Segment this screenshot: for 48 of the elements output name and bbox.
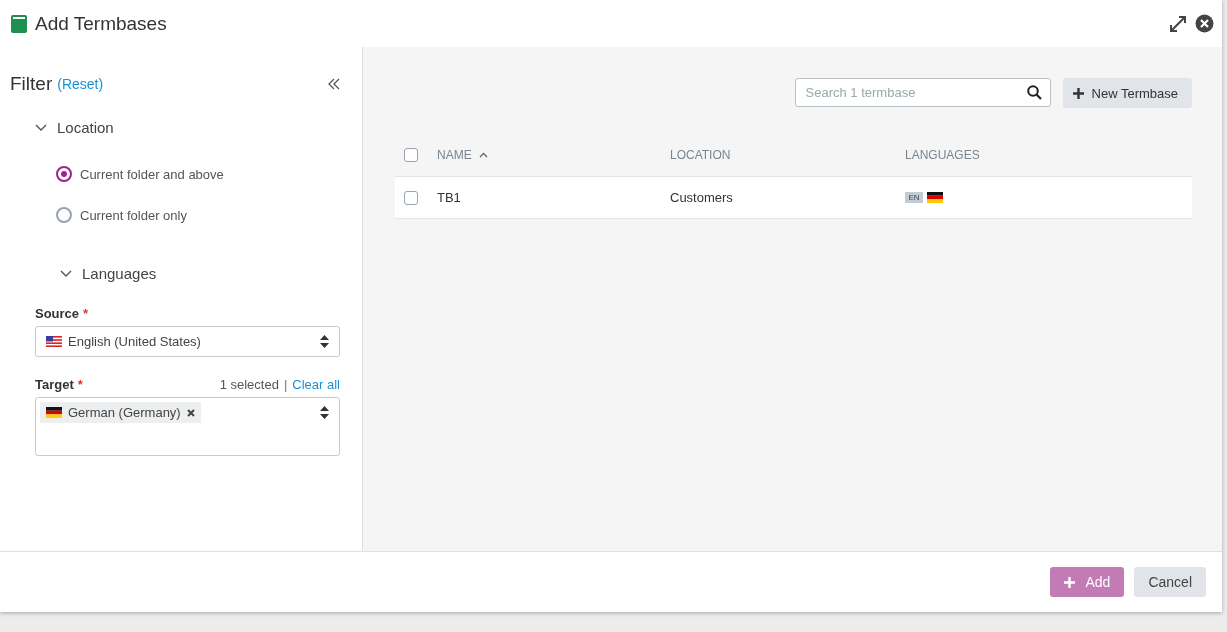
german-flag-icon <box>927 192 943 203</box>
new-termbase-button[interactable]: New Termbase <box>1062 78 1192 108</box>
sort-ascending-icon[interactable] <box>478 152 488 158</box>
termbase-app-icon <box>11 14 27 33</box>
source-select[interactable]: English (United States) <box>35 326 340 357</box>
window-title: Add Termbases <box>35 12 167 35</box>
expand-icon[interactable] <box>1169 14 1187 33</box>
table-cell-text: TB1 <box>437 190 462 205</box>
required-asterisk: * <box>83 306 89 321</box>
close-icon[interactable] <box>1195 14 1214 33</box>
clear-all-link[interactable]: Clear all <box>292 377 340 392</box>
section-title[interactable]: Location <box>57 119 114 136</box>
column-header[interactable]: LOCATION <box>670 148 731 162</box>
field-label: Source <box>35 306 80 321</box>
filter-title: Filter <box>10 73 53 95</box>
reset-link[interactable]: (Reset) <box>57 76 104 92</box>
select-value: English (United States) <box>68 334 201 349</box>
column-header[interactable]: LANGUAGES <box>905 148 980 162</box>
table-cell-text: Customers <box>670 190 734 205</box>
section-title[interactable]: Languages <box>82 265 157 282</box>
collapse-panel-icon[interactable] <box>328 78 340 90</box>
german-flag-icon <box>46 407 62 418</box>
us-flag-icon <box>46 336 62 347</box>
chip-label: German (Germany) <box>68 405 181 420</box>
remove-icon[interactable] <box>186 408 195 417</box>
checkbox[interactable] <box>404 190 418 205</box>
search-field[interactable]: Search 1 termbase <box>794 78 1051 107</box>
required-asterisk: * <box>77 377 83 392</box>
cancel-button[interactable]: Cancel <box>1134 567 1206 597</box>
checkbox[interactable] <box>404 148 418 162</box>
radio-button[interactable] <box>56 207 72 223</box>
plus-icon <box>1064 576 1076 588</box>
field-label: Target <box>35 377 74 392</box>
chevron-down-icon[interactable] <box>60 269 72 278</box>
radio-label[interactable]: Current folder and above <box>80 166 224 182</box>
sort-updown-icon[interactable] <box>320 335 329 348</box>
column-header[interactable]: NAME <box>437 148 472 162</box>
selected-count: 1 selected <box>219 377 279 392</box>
separator: | <box>283 377 288 392</box>
language-badge: EN <box>905 192 923 203</box>
radio-label[interactable]: Current folder only <box>80 207 187 223</box>
search-icon[interactable] <box>1026 85 1042 100</box>
chevron-down-icon[interactable] <box>35 123 47 132</box>
table-row[interactable]: TB1 Customers EN <box>395 177 1192 219</box>
radio-button[interactable] <box>56 166 72 182</box>
plus-icon <box>1072 87 1084 99</box>
sort-updown-icon[interactable] <box>320 406 329 419</box>
target-select[interactable]: German (Germany) <box>35 397 340 456</box>
